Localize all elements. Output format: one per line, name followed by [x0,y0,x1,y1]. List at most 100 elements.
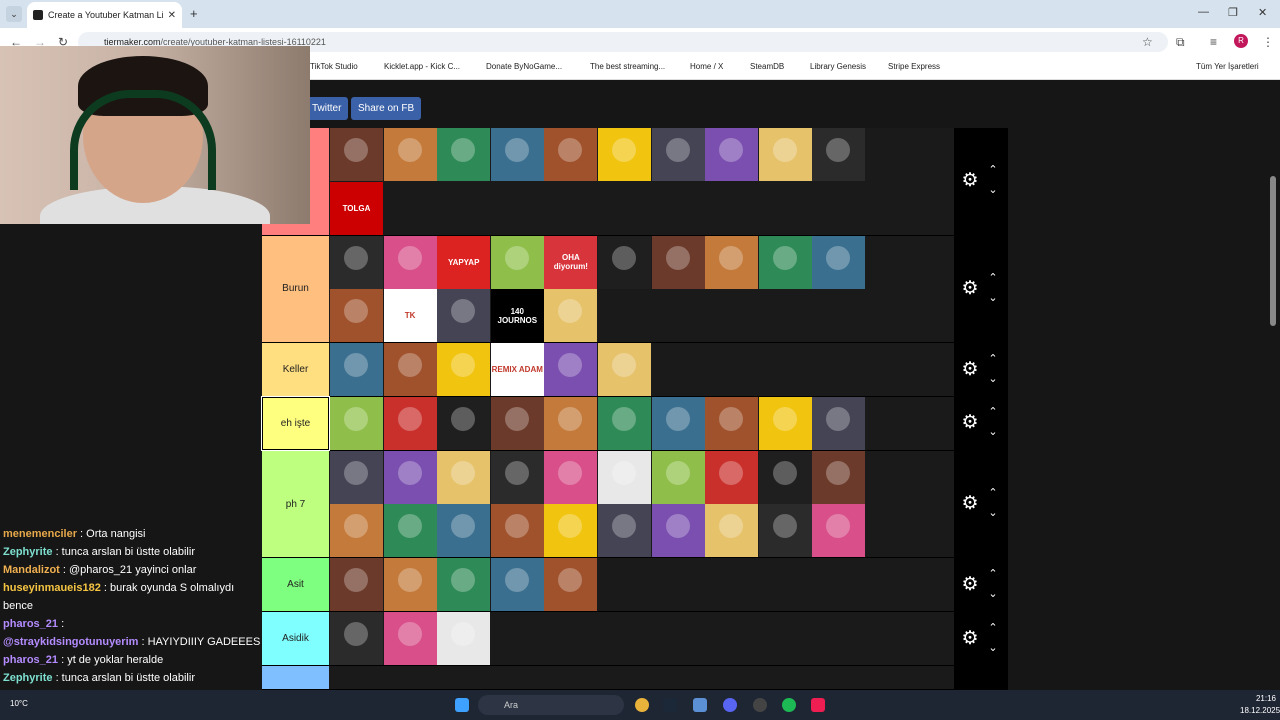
youtuber-tile[interactable] [651,450,705,504]
youtuber-tile[interactable] [383,397,437,450]
youtuber-tile[interactable] [544,450,598,504]
new-tab-icon[interactable]: + [190,6,198,21]
minimize-icon[interactable]: — [1198,6,1209,18]
youtuber-tile[interactable] [758,235,812,289]
youtuber-tile[interactable]: REMIX ADAM [490,343,544,397]
gear-icon[interactable]: ⚙ [958,411,982,435]
youtuber-tile[interactable] [330,128,383,181]
youtuber-tile[interactable] [651,235,705,289]
bookmark-kicklet[interactable]: Kicklet.app - Kick C... [384,62,460,71]
chevron-down-icon[interactable]: ⌄ [986,291,1000,304]
youtuber-tile[interactable] [383,235,437,289]
bookmark-home-x[interactable]: Home / X [690,62,723,71]
youtuber-tile[interactable] [758,397,812,450]
menu-icon[interactable]: ⋮ [1262,35,1274,49]
tier-label[interactable]: ph 7 [262,450,329,558]
youtuber-tile[interactable] [437,289,491,343]
youtuber-tile[interactable] [437,504,491,558]
youtuber-tile[interactable]: TOLGA [330,181,383,235]
start-icon[interactable] [455,698,469,712]
bookmark-steamdb[interactable]: SteamDB [750,62,784,71]
youtuber-tile[interactable] [490,558,544,612]
chevron-down-icon[interactable]: ⌄ [986,425,1000,438]
youtuber-tile[interactable]: YAPYAP [437,235,491,289]
obs-icon[interactable] [753,698,767,712]
spotify-icon[interactable] [782,698,796,712]
page-scrollbar[interactable] [1270,176,1276,326]
youtuber-tile[interactable] [544,128,598,181]
youtuber-tile[interactable]: 140 JOURNOS [490,289,544,343]
youtuber-tile[interactable] [812,235,866,289]
chat-username[interactable]: Zephyrite [3,672,53,684]
youtuber-tile[interactable] [330,612,383,666]
bookmark-star-icon[interactable]: ☆ [1142,35,1153,49]
close-window-icon[interactable]: ✕ [1258,6,1267,19]
youtuber-tile[interactable] [597,128,651,181]
youtuber-tile[interactable] [330,343,383,397]
chat-username[interactable]: pharos_21 [3,618,58,630]
youtuber-tile[interactable] [544,504,598,558]
bookmark-library-genesis[interactable]: Library Genesis [810,62,866,71]
profile-avatar[interactable]: R [1234,34,1248,48]
weather-widget[interactable]: 10°C [10,699,28,708]
active-tab[interactable]: Create a Youtuber Katman Liste ✕ [27,2,182,28]
gear-icon[interactable]: ⚙ [958,492,982,516]
gear-icon[interactable]: ⚙ [958,627,982,651]
system-clock[interactable]: 21:16 18.12.2025 [1240,693,1280,717]
bookmark-tiktok-studio[interactable]: TikTok Studio [310,62,358,71]
youtuber-tile[interactable] [705,504,759,558]
youtuber-tile[interactable] [705,397,759,450]
youtuber-tile[interactable] [330,450,383,504]
youtuber-tile[interactable] [490,504,544,558]
tier-label[interactable] [262,666,329,689]
media-controls-icon[interactable]: ≡ [1210,35,1217,49]
chevron-up-icon[interactable]: ⌃ [986,271,1000,284]
youtuber-tile[interactable] [330,397,383,450]
youtuber-tile[interactable] [437,343,491,397]
youtuber-tile[interactable] [705,128,759,181]
tab-list-dropdown-icon[interactable]: ⌄ [6,6,22,22]
tier-label[interactable]: Asit [262,558,329,612]
app-icon[interactable] [693,698,707,712]
gear-icon[interactable]: ⚙ [958,358,982,382]
youtuber-tile[interactable] [651,397,705,450]
tier-label[interactable]: Burun [262,235,329,343]
youtuber-tile[interactable] [437,558,491,612]
youtuber-tile[interactable] [437,397,491,450]
youtuber-tile[interactable] [544,558,598,612]
chevron-up-icon[interactable]: ⌃ [986,163,1000,176]
youtuber-tile[interactable] [597,504,651,558]
youtuber-tile[interactable] [383,343,437,397]
chevron-down-icon[interactable]: ⌄ [986,587,1000,600]
youtuber-tile[interactable] [383,128,437,181]
chevron-down-icon[interactable]: ⌄ [986,506,1000,519]
youtuber-tile[interactable] [758,504,812,558]
chat-username[interactable]: Mandalizot [3,564,60,576]
youtuber-tile[interactable] [490,397,544,450]
youtuber-tile[interactable] [330,504,383,558]
chevron-up-icon[interactable]: ⌃ [986,352,1000,365]
youtuber-tile[interactable] [383,504,437,558]
chevron-up-icon[interactable]: ⌃ [986,486,1000,499]
youtuber-tile[interactable] [597,397,651,450]
youtuber-tile[interactable] [597,343,651,397]
youtuber-tile[interactable] [383,558,437,612]
chevron-up-icon[interactable]: ⌃ [986,405,1000,418]
gear-icon[interactable]: ⚙ [958,169,982,193]
youtuber-tile[interactable] [705,235,759,289]
youtuber-tile[interactable] [651,504,705,558]
chat-username[interactable]: Zephyrite [3,546,53,558]
youtuber-tile[interactable] [437,450,491,504]
chat-username[interactable]: @straykidsingotunuyerim [3,636,138,648]
youtuber-tile[interactable] [544,343,598,397]
chat-username[interactable]: menemenciler [3,528,77,540]
youtuber-tile[interactable] [544,289,598,343]
youtuber-tile[interactable] [758,450,812,504]
bookmark-stripe-express[interactable]: Stripe Express [888,62,940,71]
tier-label[interactable]: eh işte [261,396,330,451]
tab-close-icon[interactable]: ✕ [168,10,176,21]
share-twitter-button[interactable]: Twitter [305,97,349,120]
chevron-down-icon[interactable]: ⌄ [986,372,1000,385]
youtuber-tile[interactable]: TK [383,289,437,343]
chevron-up-icon[interactable]: ⌃ [986,621,1000,634]
